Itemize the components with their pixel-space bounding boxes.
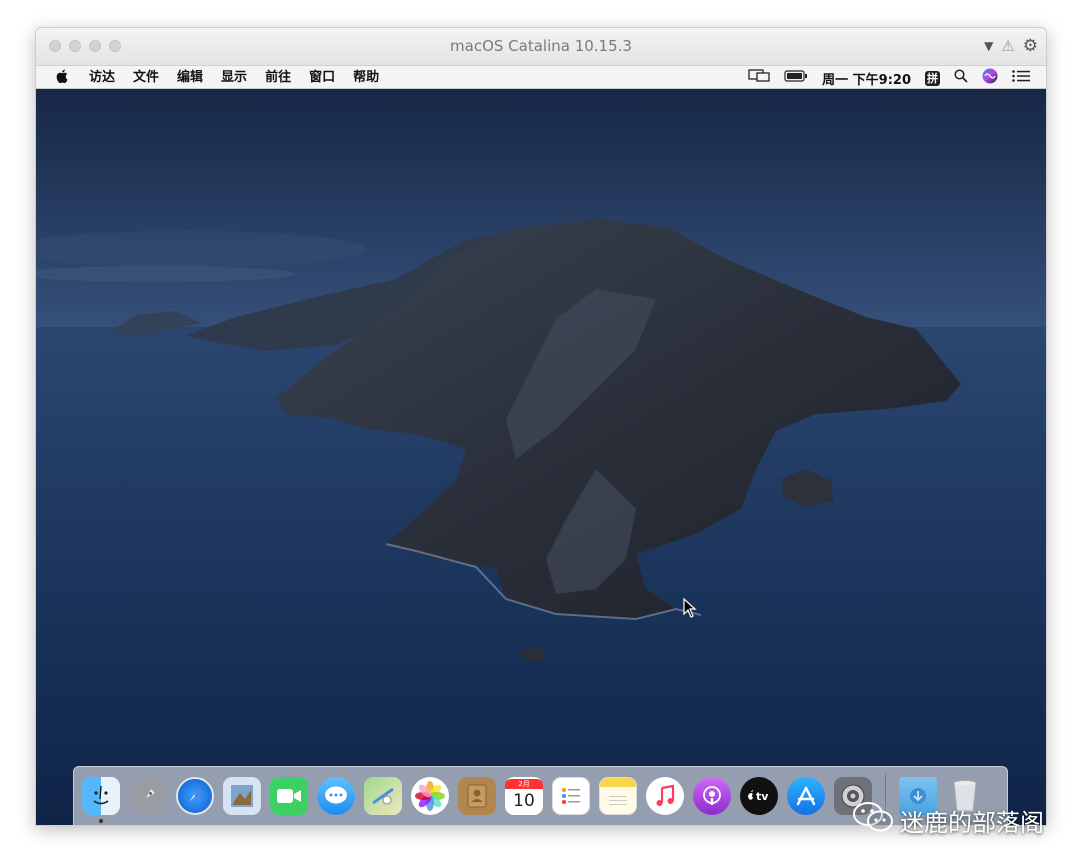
mac-menubar: 访达 文件 编辑 显示 前往 窗口 帮助 周一 下午9:20 拼 bbox=[36, 66, 1046, 89]
desktop-wallpaper[interactable]: 2月 10 tv bbox=[36, 89, 1046, 825]
music-icon[interactable] bbox=[646, 777, 684, 815]
menu-file[interactable]: 文件 bbox=[124, 70, 168, 86]
wechat-logo-icon bbox=[852, 800, 894, 840]
launchpad-icon[interactable] bbox=[129, 777, 167, 815]
calendar-icon[interactable]: 2月 10 bbox=[505, 777, 543, 815]
photos-icon[interactable] bbox=[411, 777, 449, 815]
gear-icon[interactable]: ⚙ bbox=[1023, 36, 1038, 56]
warning-icon[interactable]: ⚠ bbox=[1001, 37, 1014, 55]
facetime-icon[interactable] bbox=[270, 777, 308, 815]
messages-icon[interactable] bbox=[317, 777, 355, 815]
vm-window: macOS Catalina 10.15.3 ▼ ⚠ ⚙ 访达 文件 编辑 显示… bbox=[35, 27, 1047, 826]
input-method-icon[interactable]: 拼 bbox=[925, 70, 940, 86]
menu-finder[interactable]: 访达 bbox=[80, 70, 124, 86]
wechat-watermark: 迷鹿的部落阁 bbox=[852, 800, 1044, 840]
menu-window[interactable]: 窗口 bbox=[300, 70, 344, 86]
spotlight-search-icon[interactable] bbox=[954, 69, 968, 87]
menu-edit[interactable]: 编辑 bbox=[168, 70, 212, 86]
calendar-month: 2月 bbox=[505, 779, 543, 789]
menu-help[interactable]: 帮助 bbox=[344, 70, 388, 86]
catalina-island-wallpaper bbox=[36, 89, 1046, 825]
siri-icon[interactable] bbox=[982, 68, 998, 88]
calendar-day: 10 bbox=[513, 791, 535, 811]
podcasts-icon[interactable] bbox=[693, 777, 731, 815]
app-store-icon[interactable] bbox=[787, 777, 825, 815]
airplay-display-icon[interactable] bbox=[748, 69, 770, 87]
dropdown-arrow-icon[interactable]: ▼ bbox=[984, 39, 993, 53]
svg-text:tv: tv bbox=[756, 790, 769, 803]
mouse-cursor-icon bbox=[683, 597, 697, 622]
reminders-icon[interactable] bbox=[552, 777, 590, 815]
maps-icon[interactable] bbox=[364, 777, 402, 815]
menu-view[interactable]: 显示 bbox=[212, 70, 256, 86]
notification-center-icon[interactable] bbox=[1012, 70, 1030, 86]
watermark-text: 迷鹿的部落阁 bbox=[900, 808, 1044, 837]
battery-icon[interactable] bbox=[784, 70, 808, 86]
notes-icon[interactable] bbox=[599, 777, 637, 815]
title-bar[interactable]: macOS Catalina 10.15.3 ▼ ⚠ ⚙ bbox=[36, 28, 1046, 66]
tv-icon[interactable]: tv bbox=[740, 777, 778, 815]
menu-go[interactable]: 前往 bbox=[256, 70, 300, 86]
contacts-icon[interactable] bbox=[458, 777, 496, 815]
apple-menu-icon[interactable] bbox=[56, 69, 80, 87]
safari-icon[interactable] bbox=[176, 777, 214, 815]
running-indicator bbox=[99, 819, 103, 823]
finder-icon[interactable] bbox=[82, 777, 120, 823]
preview-icon[interactable] bbox=[223, 777, 261, 815]
window-title: macOS Catalina 10.15.3 bbox=[450, 37, 632, 55]
menubar-clock[interactable]: 周一 下午9:20 bbox=[822, 69, 911, 88]
